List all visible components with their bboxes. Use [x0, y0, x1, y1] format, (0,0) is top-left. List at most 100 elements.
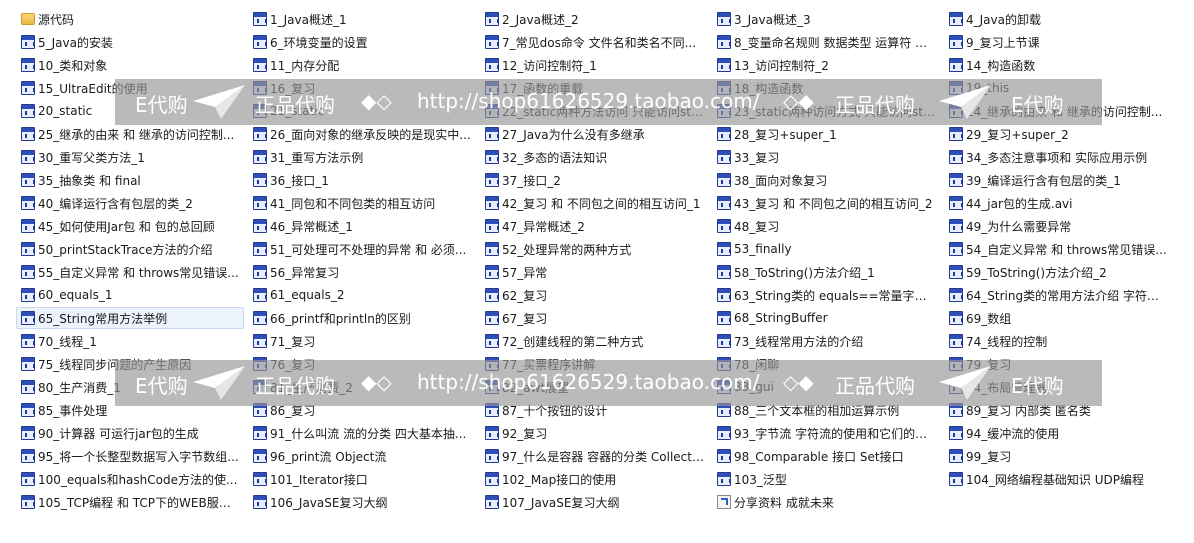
file-item[interactable]: 12_访问控制符_1 [480, 54, 708, 76]
file-item[interactable]: 74_线程的控制 [944, 330, 1172, 352]
file-item[interactable]: 90_计算器 可运行jar包的生成 [16, 422, 244, 444]
file-item[interactable]: 105_TCP编程 和 TCP下的WEB服务... [16, 491, 244, 513]
video-file-icon [253, 495, 267, 509]
file-item[interactable]: 28_复习+super_1 [712, 123, 940, 145]
file-item[interactable]: 64_String类的常用方法介绍 字符串... [944, 284, 1172, 306]
file-item[interactable]: 66_printf和println的区别 [248, 307, 476, 329]
file-item[interactable]: 14_构造函数 [944, 54, 1172, 76]
file-item[interactable]: 30_重写父类方法_1 [16, 146, 244, 168]
file-item[interactable]: 41_同包和不同包类的相互访问 [248, 192, 476, 214]
file-item[interactable]: 8_变量命名规则 数据类型 运算符 格... [712, 31, 940, 53]
file-item[interactable]: 33_复习 [712, 146, 940, 168]
file-item[interactable]: 98_Comparable 接口 Set接口 [712, 445, 940, 467]
file-item[interactable]: 99_复习 [944, 445, 1172, 467]
file-item[interactable]: 6_环境变量的设置 [248, 31, 476, 53]
file-item[interactable]: 34_多态注意事项和 实际应用示例 [944, 146, 1172, 168]
file-item[interactable]: 26_面向对象的继承反映的是现实中... [248, 123, 476, 145]
file-item[interactable]: 101_Iterator接口 [248, 468, 476, 490]
file-item[interactable]: 51_可处理可不处理的异常 和 必须... [248, 238, 476, 260]
file-item[interactable]: 73_线程常用方法的介绍 [712, 330, 940, 352]
file-item[interactable]: 10_类和对象 [16, 54, 244, 76]
file-item[interactable]: 102_Map接口的使用 [480, 468, 708, 490]
file-item[interactable]: 44_jar包的生成.avi [944, 192, 1172, 214]
folder-item[interactable]: 源代码 [16, 8, 244, 30]
file-name-label: 25_继承的由来 和 继承的访问控制... [38, 127, 235, 142]
file-item[interactable]: 29_复习+super_2 [944, 123, 1172, 145]
file-item[interactable]: 67_复习 [480, 307, 708, 329]
file-item[interactable]: 49_为什么需要异常 [944, 215, 1172, 237]
file-item[interactable]: 35_抽象类 和 final [16, 169, 244, 191]
file-item[interactable]: 38_面向对象复习 [712, 169, 940, 191]
file-item[interactable]: 4_Java的卸载 [944, 8, 1172, 30]
file-item[interactable]: 60_equals_1 [16, 284, 244, 306]
file-name-label: 1_Java概述_1 [270, 12, 347, 27]
file-item[interactable]: 13_访问控制符_2 [712, 54, 940, 76]
file-item[interactable]: 58_ToString()方法介绍_1 [712, 261, 940, 283]
file-item[interactable]: 45_如何使用Jar包 和 包的总回顾 [16, 215, 244, 237]
file-item[interactable]: 71_复习 [248, 330, 476, 352]
file-item[interactable]: 25_继承的由来 和 继承的访问控制... [16, 123, 244, 145]
file-item[interactable]: 52_处理异常的两种方式 [480, 238, 708, 260]
file-item[interactable]: 103_泛型 [712, 468, 940, 490]
file-item[interactable]: 42_复习 和 不同包之间的相互访问_1 [480, 192, 708, 214]
file-item[interactable]: 70_线程_1 [16, 330, 244, 352]
file-name-label: 99_复习 [966, 449, 1012, 464]
file-item[interactable]: 11_内存分配 [248, 54, 476, 76]
file-item[interactable]: 106_JavaSE复习大纲 [248, 491, 476, 513]
file-name-label: 70_线程_1 [38, 334, 97, 349]
file-item[interactable]: 57_异常 [480, 261, 708, 283]
file-item[interactable]: 9_复习上节课 [944, 31, 1172, 53]
file-item[interactable]: 62_复习 [480, 284, 708, 306]
file-item[interactable]: 59_ToString()方法介绍_2 [944, 261, 1172, 283]
file-item[interactable]: 50_printStackTrace方法的介绍 [16, 238, 244, 260]
file-item[interactable]: 55_自定义异常 和 throws常见错误... [16, 261, 244, 283]
video-file-icon [21, 357, 35, 371]
file-item[interactable]: 46_异常概述_1 [248, 215, 476, 237]
file-item[interactable]: 40_编译运行含有包层的类_2 [16, 192, 244, 214]
file-item[interactable]: 53_finally [712, 238, 940, 260]
file-item[interactable]: 31_重写方法示例 [248, 146, 476, 168]
file-item[interactable]: 63_String类的 equals==常量字符... [712, 284, 940, 306]
shortcut-item[interactable]: 分享资料 成就未来 [712, 491, 940, 513]
file-item[interactable]: 96_print流 Object流 [248, 445, 476, 467]
file-item[interactable]: 54_自定义异常 和 throws常见错误... [944, 238, 1172, 260]
file-item[interactable]: 36_接口_1 [248, 169, 476, 191]
file-item[interactable]: 3_Java概述_3 [712, 8, 940, 30]
file-name-label: 61_equals_2 [270, 288, 345, 302]
file-item[interactable]: 56_异常复习 [248, 261, 476, 283]
file-item[interactable]: 43_复习 和 不同包之间的相互访问_2 [712, 192, 940, 214]
file-item[interactable]: 39_编译运行含有包层的类_1 [944, 169, 1172, 191]
file-item[interactable]: 100_equals和hashCode方法的使... [16, 468, 244, 490]
file-item[interactable]: 48_复习 [712, 215, 940, 237]
file-item[interactable]: 5_Java的安装 [16, 31, 244, 53]
file-item[interactable]: 65_String常用方法举例 [16, 307, 244, 329]
file-item[interactable]: 61_equals_2 [248, 284, 476, 306]
video-file-icon [485, 219, 499, 233]
file-item[interactable]: 37_接口_2 [480, 169, 708, 191]
file-item[interactable]: 1_Java概述_1 [248, 8, 476, 30]
file-item[interactable]: 107_JavaSE复习大纲 [480, 491, 708, 513]
file-item[interactable]: 32_多态的语法知识 [480, 146, 708, 168]
file-item[interactable]: 27_Java为什么没有多继承 [480, 123, 708, 145]
file-name-label: 94_缓冲流的使用 [966, 426, 1060, 441]
video-file-icon [21, 265, 35, 279]
file-item[interactable]: 47_异常概述_2 [480, 215, 708, 237]
file-item[interactable]: 68_StringBuffer [712, 307, 940, 329]
file-item[interactable]: 91_什么叫流 流的分类 四大基本抽... [248, 422, 476, 444]
file-item[interactable]: 2_Java概述_2 [480, 8, 708, 30]
file-name-label: 59_ToString()方法介绍_2 [966, 265, 1107, 280]
file-item[interactable]: 94_缓冲流的使用 [944, 422, 1172, 444]
file-name-label: 20_static [38, 104, 93, 118]
file-item[interactable]: 104_网络编程基础知识 UDP编程 [944, 468, 1172, 490]
video-file-icon [253, 311, 267, 325]
folder-icon [21, 13, 35, 25]
file-item[interactable]: 72_创建线程的第二种方式 [480, 330, 708, 352]
file-item[interactable]: 95_将一个长整型数据写入字节数组... [16, 445, 244, 467]
file-item[interactable]: 92_复习 [480, 422, 708, 444]
file-name-label: 34_多态注意事项和 实际应用示例 [966, 150, 1148, 165]
video-file-icon [949, 265, 963, 279]
file-item[interactable]: 69_数组 [944, 307, 1172, 329]
file-item[interactable]: 93_字节流 字符流的使用和它们的区... [712, 422, 940, 444]
file-item[interactable]: 7_常见dos命令 文件名和类名不同... [480, 31, 708, 53]
file-item[interactable]: 97_什么是容器 容器的分类 Collecti... [480, 445, 708, 467]
